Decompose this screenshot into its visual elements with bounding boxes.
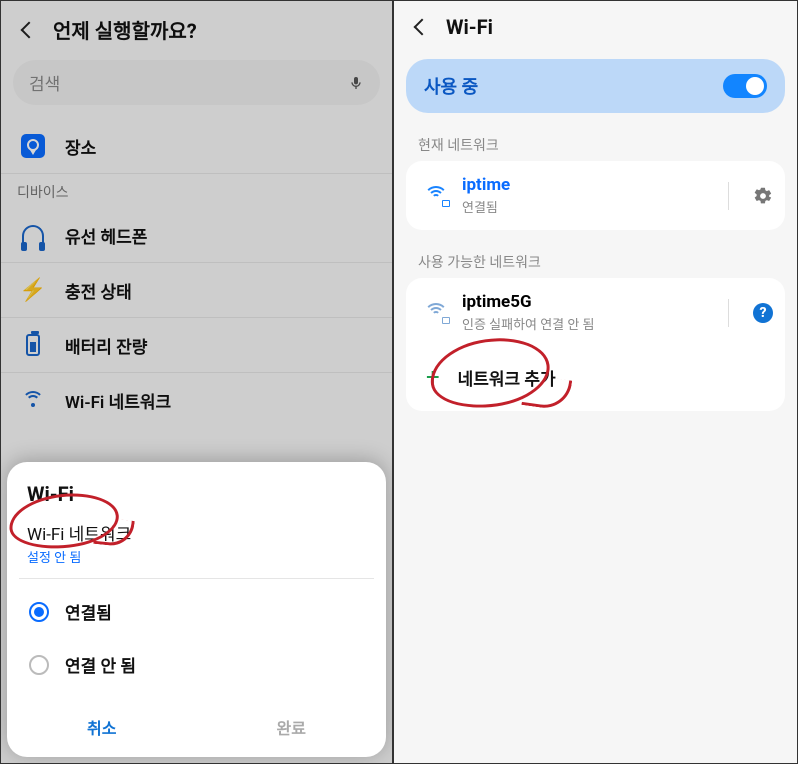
- condition-label: Wi-Fi 네트워크: [65, 388, 171, 413]
- sheet-actions: 취소 완료: [7, 699, 386, 755]
- wifi-ssid: iptime5G: [462, 292, 704, 312]
- wifi-text: iptime 연결됨: [462, 175, 704, 216]
- available-networks-card: iptime5G 인증 실패하여 연결 안 됨 ? + 네트워크 추가: [406, 278, 785, 411]
- header: Wi-Fi: [394, 1, 797, 51]
- condition-place[interactable]: 장소: [1, 119, 392, 174]
- wifi-text: iptime5G 인증 실패하여 연결 안 됨: [462, 292, 704, 333]
- section-device: 디바이스: [1, 174, 392, 208]
- wifi-signal-icon: [424, 303, 448, 323]
- wifi-network-current[interactable]: iptime 연결됨: [406, 163, 785, 228]
- page-title: Wi-Fi: [446, 15, 493, 39]
- wifi-sheet: Wi-Fi Wi-Fi 네트워크 설정 안 됨 연결됨 연결 안 됨 취소 완료: [7, 462, 386, 757]
- radio-connected[interactable]: 연결됨: [7, 585, 386, 638]
- section-current-network: 현재 네트워크: [394, 127, 797, 161]
- mic-icon[interactable]: [348, 73, 364, 93]
- location-pin-icon: [19, 132, 47, 160]
- radio-icon: [29, 602, 49, 622]
- right-screen: Wi-Fi 사용 중 현재 네트워크 iptime 연결됨 사용 가능한 네트워…: [393, 0, 798, 764]
- divider: [728, 182, 729, 210]
- sheet-title: Wi-Fi: [7, 462, 386, 520]
- condition-wifi[interactable]: Wi-Fi 네트워크: [1, 373, 392, 427]
- back-icon[interactable]: [414, 19, 431, 36]
- wifi-network-available[interactable]: iptime5G 인증 실패하여 연결 안 됨 ?: [406, 280, 785, 345]
- wifi-ssid: iptime: [462, 175, 704, 195]
- current-network-card: iptime 연결됨: [406, 161, 785, 230]
- condition-label: 장소: [65, 134, 96, 159]
- wifi-signal-icon: [424, 186, 448, 206]
- gear-icon[interactable]: [753, 186, 773, 206]
- add-network-label: 네트워크 추가: [458, 365, 556, 390]
- condition-label: 유선 헤드폰: [65, 223, 147, 248]
- wifi-status: 연결됨: [462, 197, 704, 216]
- help-icon[interactable]: ?: [753, 303, 773, 323]
- section-available-network: 사용 가능한 네트워크: [394, 244, 797, 278]
- search-input[interactable]: 검색: [13, 60, 380, 105]
- back-icon[interactable]: [21, 21, 38, 38]
- header: 언제 실행할까요?: [1, 1, 392, 56]
- radio-disconnected[interactable]: 연결 안 됨: [7, 638, 386, 691]
- plus-icon: +: [426, 363, 440, 391]
- radio-label: 연결됨: [65, 599, 112, 624]
- page-title: 언제 실행할까요?: [53, 15, 197, 44]
- bolt-icon: ⚡: [19, 276, 47, 304]
- add-network-button[interactable]: + 네트워크 추가: [406, 345, 785, 409]
- sheet-network-label[interactable]: Wi-Fi 네트워크: [7, 520, 386, 547]
- cancel-button[interactable]: 취소: [7, 699, 197, 755]
- wifi-toggle-card[interactable]: 사용 중: [406, 59, 785, 113]
- search-placeholder: 검색: [29, 70, 60, 95]
- toggle-label: 사용 중: [424, 73, 478, 99]
- battery-icon: [19, 331, 47, 359]
- wifi-status: 인증 실패하여 연결 안 됨: [462, 314, 704, 333]
- headphones-icon: [19, 221, 47, 249]
- condition-charging[interactable]: ⚡ 충전 상태: [1, 263, 392, 318]
- radio-icon: [29, 655, 49, 675]
- sheet-network-status: 설정 안 됨: [7, 547, 386, 578]
- divider: [728, 299, 729, 327]
- wifi-icon: [19, 386, 47, 414]
- divider: [19, 578, 374, 579]
- radio-label: 연결 안 됨: [65, 652, 136, 677]
- done-button[interactable]: 완료: [197, 699, 387, 755]
- condition-label: 충전 상태: [65, 278, 132, 303]
- condition-headphones[interactable]: 유선 헤드폰: [1, 208, 392, 263]
- left-screen: 언제 실행할까요? 검색 장소 디바이스 유선 헤드폰 ⚡ 충전 상태 배터리 …: [0, 0, 393, 764]
- condition-battery[interactable]: 배터리 잔량: [1, 318, 392, 373]
- toggle-switch-icon[interactable]: [723, 74, 767, 98]
- condition-label: 배터리 잔량: [65, 333, 147, 358]
